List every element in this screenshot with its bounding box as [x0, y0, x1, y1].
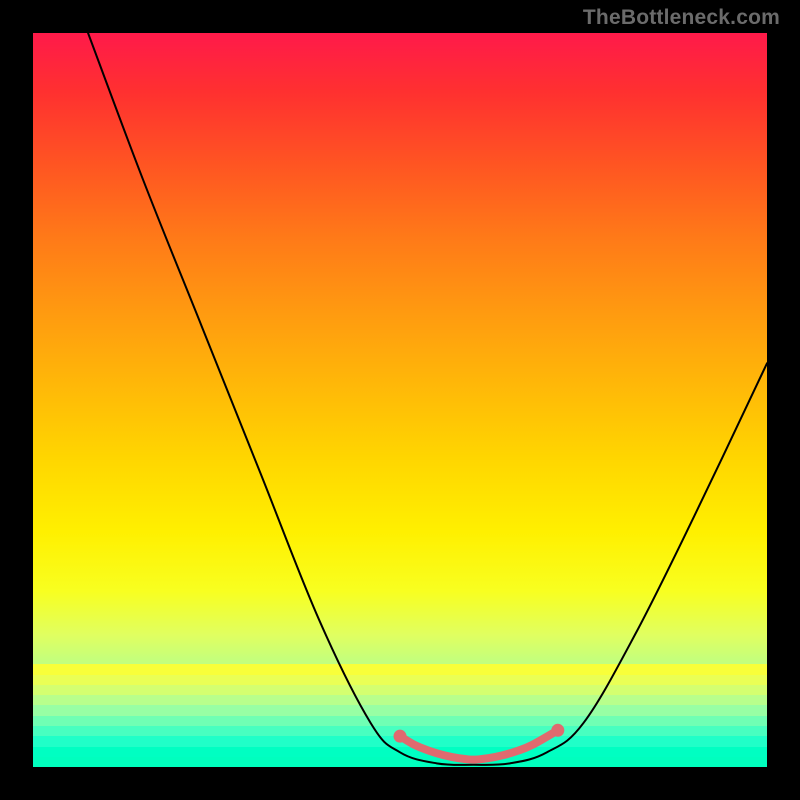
highlight-segment	[400, 730, 558, 759]
plot-area	[33, 33, 767, 767]
bottleneck-curve-line	[88, 33, 767, 765]
highlight-endpoint-dot	[394, 730, 407, 743]
bottleneck-curve-svg	[33, 33, 767, 767]
highlight-endpoint-dot	[551, 724, 564, 737]
watermark-label: TheBottleneck.com	[583, 6, 780, 30]
chart-container: TheBottleneck.com	[0, 0, 800, 800]
